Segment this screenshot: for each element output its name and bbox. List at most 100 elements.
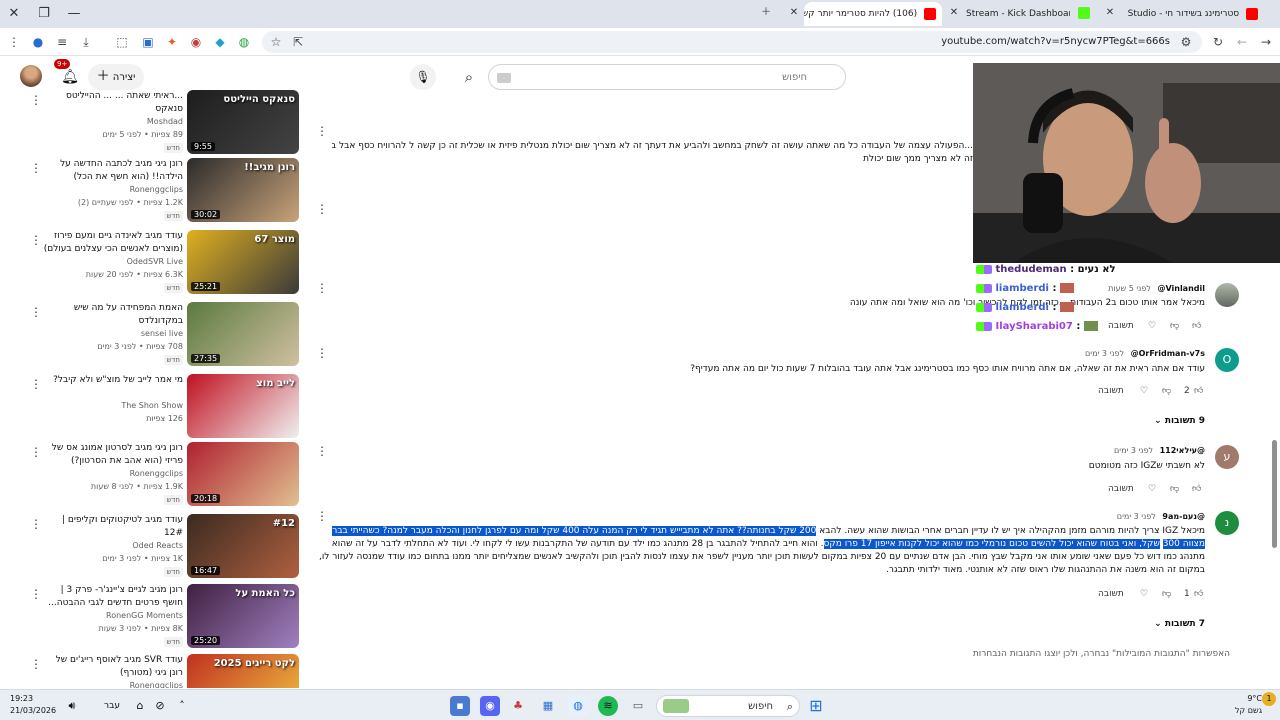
- dislike-icon[interactable]: 👎︎: [1162, 383, 1171, 399]
- extension-icon[interactable]: ◉: [186, 32, 206, 52]
- keyboard-icon[interactable]: [497, 73, 511, 83]
- tab-close-icon[interactable]: ✕: [1102, 5, 1118, 21]
- extension-icon[interactable]: ◍: [234, 32, 254, 52]
- install-icon[interactable]: ⇱: [288, 32, 308, 52]
- recommended-video[interactable]: מוצר 67 25:21 עודד מגיב לאינדה גיים ומעם פ…: [0, 230, 305, 302]
- window-restore-icon[interactable]: ❐: [34, 4, 54, 24]
- channel-name[interactable]: Oded Reacts: [132, 541, 183, 550]
- like-icon[interactable]: 👍︎: [1192, 318, 1201, 334]
- taskbar-search-input[interactable]: חיפוש ⌕: [656, 695, 800, 717]
- video-menu-icon[interactable]: ⋮: [30, 304, 42, 320]
- extension-icon[interactable]: ▣: [138, 32, 158, 52]
- recommended-video[interactable]: 20:18 רונן גיגי מגיב לסרטון אמונג אס של פ…: [0, 442, 305, 514]
- site-info-icon[interactable]: ⚙: [1176, 32, 1196, 52]
- forward-icon[interactable]: ←: [1232, 32, 1252, 52]
- channel-name[interactable]: OdedSVR Live: [127, 257, 183, 266]
- heart-icon[interactable]: ♡: [1148, 318, 1156, 334]
- address-bar[interactable]: ☆ ⇱ youtube.com/watch?v=r5nycw7PTeg&t=66…: [262, 31, 1202, 53]
- channel-name[interactable]: The Shon Show: [121, 401, 183, 410]
- video-menu-icon[interactable]: ⋮: [30, 376, 42, 392]
- comment-menu-icon[interactable]: ⋮: [316, 508, 328, 524]
- weather-widget[interactable]: 9°C גשם קל: [1235, 693, 1262, 717]
- comment-time[interactable]: לפני 3 ימים: [1117, 512, 1156, 521]
- video-thumbnail[interactable]: רונן מגיב!! 30:02: [187, 158, 299, 222]
- comment-author[interactable]: Vinlandil@: [1157, 284, 1205, 293]
- tray-chevron-icon[interactable]: ˄: [172, 696, 192, 716]
- video-menu-icon[interactable]: ⋮: [30, 160, 42, 176]
- commenter-avatar[interactable]: נ: [1215, 511, 1239, 535]
- volume-icon[interactable]: 🔊︎: [62, 696, 82, 716]
- video-thumbnail[interactable]: לקט רייגים 2025: [187, 654, 299, 688]
- video-menu-icon[interactable]: ⋮: [30, 656, 42, 672]
- comment-author[interactable]: @עילאי112: [1160, 446, 1205, 455]
- video-thumbnail[interactable]: סנאקס הייליטס 9:55: [187, 90, 299, 154]
- start-menu-icon[interactable]: ⊞: [806, 696, 826, 716]
- extension-icon[interactable]: ◆: [210, 32, 230, 52]
- language-indicator[interactable]: עבר: [100, 696, 124, 716]
- tab-youtube-studio[interactable]: סטרימינג בשידור חי - Studio: [1118, 2, 1264, 26]
- avatar[interactable]: [20, 65, 42, 87]
- reply-button[interactable]: תשובה: [1098, 383, 1124, 399]
- tab-youtube-video[interactable]: (106) להיות סטרימר יותר קשה: [804, 2, 942, 26]
- chrome-icon[interactable]: ◍: [568, 696, 588, 716]
- view-replies-button[interactable]: 9 תשובות ⌄: [1154, 416, 1205, 426]
- create-button[interactable]: יצירה ＋: [88, 64, 144, 90]
- tab-close-icon[interactable]: ✕: [786, 5, 802, 21]
- commenter-avatar[interactable]: ע: [1215, 445, 1239, 469]
- video-menu-icon[interactable]: ⋮: [30, 586, 42, 602]
- like-icon[interactable]: 👍︎: [1192, 481, 1201, 497]
- new-tab-icon[interactable]: ＋: [758, 5, 774, 21]
- video-thumbnail[interactable]: #12 16:47: [187, 514, 299, 578]
- recommended-video[interactable]: לקט רייגים 2025 עודד SVR מגיב לאוסף רייג'…: [0, 654, 305, 688]
- commenter-avatar[interactable]: [1215, 283, 1239, 307]
- comment-menu-icon[interactable]: ⋮: [316, 280, 328, 296]
- like-icon[interactable]: 👍︎: [1194, 586, 1203, 602]
- reading-list-icon[interactable]: ≡: [52, 32, 72, 52]
- task-view-icon[interactable]: ▭: [628, 696, 648, 716]
- reply-button[interactable]: תשובה: [1108, 481, 1134, 497]
- recommended-video[interactable]: רונן מגיב!! 30:02 רונן גיגי מגיב לכתבה החד…: [0, 158, 305, 230]
- reload-icon[interactable]: ↻: [1208, 32, 1228, 52]
- tab-kick-dashboard[interactable]: Stream - Kick Dashboard: [960, 2, 1070, 26]
- extensions-icon[interactable]: ⬚: [112, 32, 132, 52]
- recommended-video[interactable]: כל האמת על 25:20 רונן מגיב לגיים צ'יינג'ר-…: [0, 584, 305, 656]
- commenter-avatar[interactable]: O: [1215, 348, 1239, 372]
- video-menu-icon[interactable]: ⋮: [30, 92, 42, 108]
- discord-icon[interactable]: ◉: [480, 696, 500, 716]
- dislike-icon[interactable]: 👎︎: [1162, 586, 1171, 602]
- video-thumbnail[interactable]: מוצר 67 25:21: [187, 230, 299, 294]
- back-icon[interactable]: →: [1256, 32, 1276, 52]
- recommended-video[interactable]: לייב מוצ מי אמר לייב של מוצ"ש ולא קיבל? Th…: [0, 374, 305, 446]
- app-icon[interactable]: ▪: [450, 696, 470, 716]
- video-thumbnail[interactable]: 20:18: [187, 442, 299, 506]
- comment-author[interactable]: @נעם-מ9a: [1162, 512, 1205, 521]
- clock[interactable]: 19:23 21/03/2026: [10, 693, 56, 717]
- recommended-video[interactable]: 27:35 האמת המפחידה על מה שיש במקדונלדס sen…: [0, 302, 305, 374]
- profile-icon[interactable]: ●: [28, 32, 48, 52]
- video-menu-icon[interactable]: ⋮: [30, 516, 42, 532]
- menu-dots-icon[interactable]: ⋮: [4, 32, 24, 52]
- dislike-icon[interactable]: 👎︎: [1170, 481, 1179, 497]
- window-minimize-icon[interactable]: —: [64, 4, 84, 24]
- search-icon[interactable]: ⌕: [450, 64, 488, 90]
- heart-icon[interactable]: ♡: [1148, 481, 1156, 497]
- apps-grid-icon[interactable]: ▦: [538, 696, 558, 716]
- channel-name[interactable]: Moshdad: [147, 117, 183, 126]
- comment-menu-icon[interactable]: ⋮: [316, 345, 328, 361]
- spotify-icon[interactable]: ≋: [598, 696, 618, 716]
- heart-icon[interactable]: ♡: [1140, 586, 1148, 602]
- video-thumbnail[interactable]: לייב מוצ: [187, 374, 299, 438]
- video-thumbnail[interactable]: כל האמת על 25:20: [187, 584, 299, 648]
- voice-search-icon[interactable]: 🎙︎: [410, 64, 436, 90]
- heart-icon[interactable]: ♡: [1140, 383, 1148, 399]
- network-icon[interactable]: ⌂: [130, 696, 150, 716]
- app-icon[interactable]: ♣: [508, 696, 528, 716]
- bookmark-star-icon[interactable]: ☆: [266, 32, 286, 52]
- extension-icon[interactable]: ✦: [162, 32, 182, 52]
- channel-name[interactable]: sensei live: [141, 329, 183, 338]
- channel-name[interactable]: Ronenggclips: [130, 469, 183, 478]
- video-menu-icon[interactable]: ⋮: [30, 232, 42, 248]
- channel-name[interactable]: Ronenggclips: [130, 185, 183, 194]
- comment-menu-icon[interactable]: ⋮: [316, 443, 328, 459]
- comment-menu-icon[interactable]: ⋮: [316, 123, 328, 139]
